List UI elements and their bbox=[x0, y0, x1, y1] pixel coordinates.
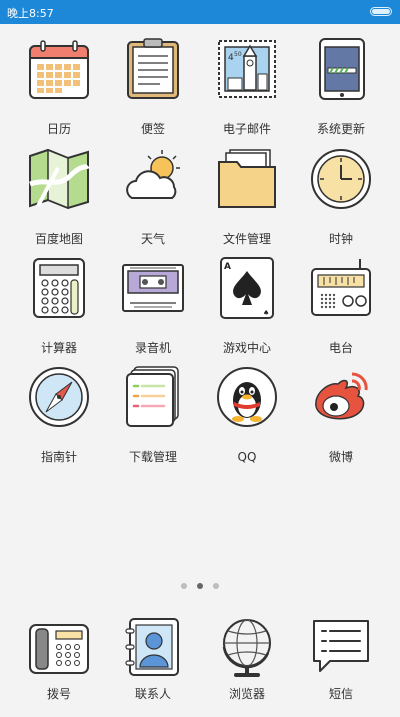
app-email[interactable]: 4 50 电子邮件 bbox=[197, 38, 297, 138]
app-label: 计算器 bbox=[40, 341, 77, 355]
dock-contacts[interactable]: 联系人 bbox=[103, 617, 203, 717]
app-baidu-map[interactable]: 百度地图 bbox=[9, 148, 109, 248]
status-bar: 晚上8:57 bbox=[0, 0, 400, 24]
svg-text:50: 50 bbox=[234, 51, 242, 58]
app-label: 百度地图 bbox=[34, 232, 83, 246]
battery-icon bbox=[370, 7, 392, 16]
app-qq[interactable]: QQ bbox=[197, 366, 297, 466]
calendar-icon bbox=[28, 38, 90, 100]
svg-text:A: A bbox=[224, 262, 231, 272]
contacts-icon bbox=[122, 617, 184, 679]
mail-stamp-icon: 4 50 bbox=[216, 38, 278, 100]
globe-icon bbox=[216, 617, 278, 679]
page-dot-active[interactable] bbox=[197, 583, 203, 589]
app-weather[interactable]: 天气 bbox=[103, 148, 203, 248]
qq-penguin-icon bbox=[216, 366, 278, 428]
clock-icon bbox=[310, 148, 372, 210]
app-download-manager[interactable]: 下载管理 bbox=[103, 366, 203, 466]
app-label: 时钟 bbox=[328, 232, 353, 246]
app-label: 下载管理 bbox=[128, 450, 177, 464]
app-clock[interactable]: 时钟 bbox=[291, 148, 391, 248]
app-label: 联系人 bbox=[134, 687, 171, 701]
app-system-update[interactable]: 系统更新 bbox=[291, 38, 391, 138]
app-radio[interactable]: 电台 bbox=[291, 257, 391, 357]
radio-icon bbox=[310, 257, 372, 319]
app-compass[interactable]: 指南针 bbox=[9, 366, 109, 466]
page-dot[interactable] bbox=[181, 583, 187, 589]
compass-icon bbox=[28, 366, 90, 428]
folder-icon bbox=[216, 148, 278, 210]
weather-icon bbox=[122, 148, 184, 210]
download-list-icon bbox=[122, 366, 184, 428]
weibo-icon bbox=[310, 366, 372, 428]
dock-browser[interactable]: 浏览器 bbox=[197, 617, 297, 717]
svg-text:♠: ♠ bbox=[263, 309, 269, 317]
cassette-icon bbox=[122, 257, 184, 319]
app-label: 天气 bbox=[140, 232, 165, 246]
game-card-icon: A ♠ bbox=[216, 257, 278, 319]
app-label: 指南针 bbox=[40, 450, 77, 464]
app-label: 录音机 bbox=[134, 341, 171, 355]
calculator-icon bbox=[28, 257, 90, 319]
app-label: 电子邮件 bbox=[222, 122, 271, 136]
app-label: 游戏中心 bbox=[222, 341, 271, 355]
map-icon bbox=[28, 148, 90, 210]
app-game-center[interactable]: A ♠ 游戏中心 bbox=[197, 257, 297, 357]
app-label: 短信 bbox=[328, 687, 353, 701]
app-calculator[interactable]: 计算器 bbox=[9, 257, 109, 357]
app-label: 系统更新 bbox=[316, 122, 365, 136]
app-label: 电台 bbox=[328, 341, 353, 355]
app-label: 文件管理 bbox=[222, 232, 271, 246]
app-label: 拨号 bbox=[46, 687, 71, 701]
page-dot[interactable] bbox=[213, 583, 219, 589]
app-calendar[interactable]: 日历 bbox=[9, 38, 109, 138]
app-label: 微博 bbox=[328, 450, 353, 464]
dock-sms[interactable]: 短信 bbox=[291, 617, 391, 717]
app-recorder[interactable]: 录音机 bbox=[103, 257, 203, 357]
dock-phone[interactable]: 拨号 bbox=[9, 617, 109, 717]
app-file-manager[interactable]: 文件管理 bbox=[197, 148, 297, 248]
system-update-icon bbox=[310, 38, 372, 100]
app-label: 便签 bbox=[140, 122, 165, 136]
app-label: 浏览器 bbox=[228, 687, 265, 701]
phone-icon bbox=[28, 617, 90, 679]
page-indicator bbox=[0, 583, 400, 591]
app-weibo[interactable]: 微博 bbox=[291, 366, 391, 466]
app-notes[interactable]: 便签 bbox=[103, 38, 203, 138]
app-label: QQ bbox=[237, 450, 257, 464]
app-label: 日历 bbox=[46, 122, 71, 136]
message-icon bbox=[310, 617, 372, 679]
status-time: 晚上8:57 bbox=[7, 7, 54, 20]
notes-icon bbox=[122, 38, 184, 100]
